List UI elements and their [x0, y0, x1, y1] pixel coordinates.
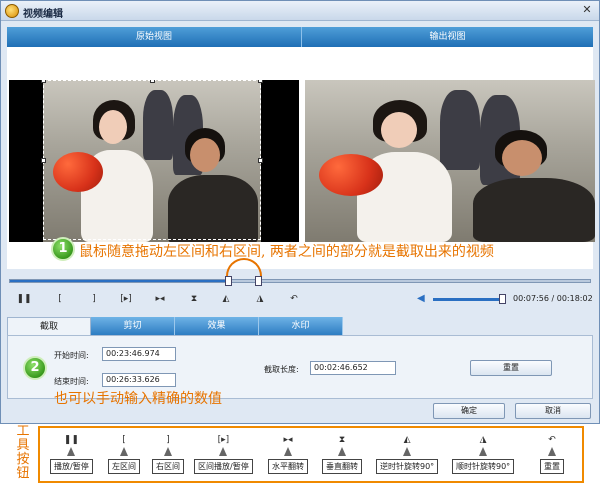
edit-tabs: 截取 剪切 效果 水印 [7, 317, 593, 335]
legend-label: 水平翻转 [268, 459, 308, 474]
cursor-icon [338, 447, 346, 456]
legend-item-rotate-cw: ◮ 顺时针旋转90° [452, 434, 515, 474]
legend-label: 顺时针旋转90° [452, 459, 515, 474]
cursor-icon [120, 447, 128, 456]
tab-watermark[interactable]: 水印 [259, 317, 343, 335]
time-readout: 00:07:56 / 00:18:02 [513, 294, 593, 303]
video-frame [305, 80, 595, 242]
cursor-icon [403, 447, 412, 456]
seek-progress [10, 280, 231, 282]
left-range-handle[interactable] [225, 276, 232, 286]
title-bar[interactable]: 视频编辑 ✕ [1, 1, 599, 21]
volume-knob[interactable] [499, 294, 506, 304]
cursor-icon [67, 447, 76, 456]
video-edit-window: 视频编辑 ✕ 原始视图 输出视图 1 鼠标随意拖动左区间和右区间, 两者之间的部… [0, 0, 600, 424]
cursor-icon [479, 447, 488, 456]
woman-face [502, 140, 542, 176]
crop-handle[interactable] [258, 80, 263, 83]
legend-item-play-pause: ❚❚ 播放/暂停 [50, 434, 93, 474]
window-title: 视频编辑 [23, 9, 63, 20]
legend-item-rotate-ccw: ◭ 逆时针旋转90° [376, 434, 439, 474]
legend-side-title: 工具按钮 [16, 424, 30, 481]
pause-icon: ❚❚ [63, 435, 79, 445]
left-bracket-button[interactable]: [ [51, 291, 69, 307]
legend-item-range-play: [▸] 区间播放/暂停 [194, 434, 253, 474]
flip-horizontal-button[interactable]: ▸◂ [151, 291, 169, 307]
trim-reset-button[interactable]: 重置 [470, 360, 552, 376]
preview-area [7, 47, 595, 269]
cursor-icon [164, 447, 172, 456]
legend-item-flip-vertical: ⧗ 垂直翻转 [322, 434, 362, 474]
original-view-header: 原始视图 [7, 27, 301, 47]
app-icon [5, 4, 19, 18]
right-bracket-button[interactable]: ] [85, 291, 103, 307]
start-time-label: 开始时间: [54, 351, 89, 360]
annotation-text: 鼠标随意拖动左区间和右区间, 两者之间的部分就是截取出来的视频 [79, 244, 494, 260]
reset-icon: ↶ [548, 435, 556, 445]
cursor-icon [284, 447, 292, 456]
legend-item-reset: ↶ 重置 [540, 434, 564, 474]
seek-bar[interactable] [9, 276, 591, 286]
range-play-button[interactable]: [▸] [117, 291, 135, 307]
cursor-icon [548, 447, 556, 456]
left-bracket-icon: [ [122, 435, 126, 445]
ok-button[interactable]: 确定 [433, 403, 505, 419]
original-video-preview[interactable] [9, 80, 299, 242]
range-play-icon: [▸] [217, 435, 230, 445]
legend-label: 垂直翻转 [322, 459, 362, 474]
output-view-header: 输出视图 [301, 27, 593, 47]
legend-label: 播放/暂停 [50, 459, 93, 474]
current-time: 00:07:56 [513, 294, 549, 303]
reset-transform-button[interactable]: ↶ [285, 291, 303, 307]
crop-rectangle [43, 80, 261, 240]
rotate-cw-icon: ◮ [479, 435, 487, 445]
right-range-handle[interactable] [255, 276, 262, 286]
legend-label: 区间播放/暂停 [194, 459, 253, 474]
trim-length-field: 00:02:46.652 [310, 361, 396, 375]
legend-item-left-range: [ 左区间 [108, 434, 140, 474]
annotation-text: 也可以手动输入精确的数值 [54, 391, 222, 407]
tool-buttons-legend: ❚❚ 播放/暂停 [ 左区间 ] 右区间 [▸] 区间播放/暂停 ▸◂ 水平翻转… [38, 426, 584, 483]
legend-item-right-range: ] 右区间 [152, 434, 184, 474]
crop-handle[interactable] [258, 158, 263, 163]
flip-vertical-button[interactable]: ⧗ [185, 291, 203, 307]
tab-cut[interactable]: 剪切 [91, 317, 175, 335]
volume-slider[interactable] [433, 298, 503, 301]
legend-label: 重置 [540, 459, 564, 474]
end-time-label: 结束时间: [54, 377, 89, 386]
bride-face [381, 112, 417, 148]
rotate-cw-button[interactable]: ◮ [251, 291, 269, 307]
volume-icon[interactable]: ◀ [417, 293, 429, 305]
cancel-button[interactable]: 取消 [515, 403, 591, 419]
pause-button[interactable]: ❚❚ [15, 291, 33, 307]
playback-controls: ❚❚ [ ] [▸] ▸◂ ⧗ ◭ ◮ ↶ ◀ 00:07:56 / 00:18… [7, 291, 593, 309]
rotate-ccw-button[interactable]: ◭ [217, 291, 235, 307]
background-person [440, 90, 480, 170]
legend-item-flip-horizontal: ▸◂ 水平翻转 [268, 434, 308, 474]
legend-label: 左区间 [108, 459, 140, 474]
close-button[interactable]: ✕ [580, 4, 594, 17]
flip-vertical-icon: ⧗ [338, 435, 346, 445]
end-time-input[interactable]: 00:26:33.626 [102, 373, 176, 387]
crop-handle[interactable] [150, 80, 155, 83]
total-time: 00:18:02 [556, 294, 593, 303]
trim-length-label: 截取长度: [264, 365, 299, 374]
bouquet [319, 154, 383, 196]
cursor-icon [219, 447, 228, 456]
legend-label: 逆时针旋转90° [376, 459, 439, 474]
time-separator: / [551, 294, 555, 303]
right-bracket-icon: ] [166, 435, 170, 445]
output-video-preview [305, 80, 595, 242]
annotation-badge: 2 [23, 356, 47, 380]
flip-horizontal-icon: ▸◂ [283, 435, 293, 445]
tab-trim[interactable]: 截取 [7, 317, 91, 335]
rotate-ccw-icon: ◭ [403, 435, 411, 445]
start-time-input[interactable]: 00:23:46.974 [102, 347, 176, 361]
tab-effects[interactable]: 效果 [175, 317, 259, 335]
crop-handle[interactable] [41, 80, 46, 83]
annotation-badge: 1 [51, 237, 75, 261]
woman-shirt [473, 178, 595, 242]
crop-handle[interactable] [41, 158, 46, 163]
legend-label: 右区间 [152, 459, 184, 474]
